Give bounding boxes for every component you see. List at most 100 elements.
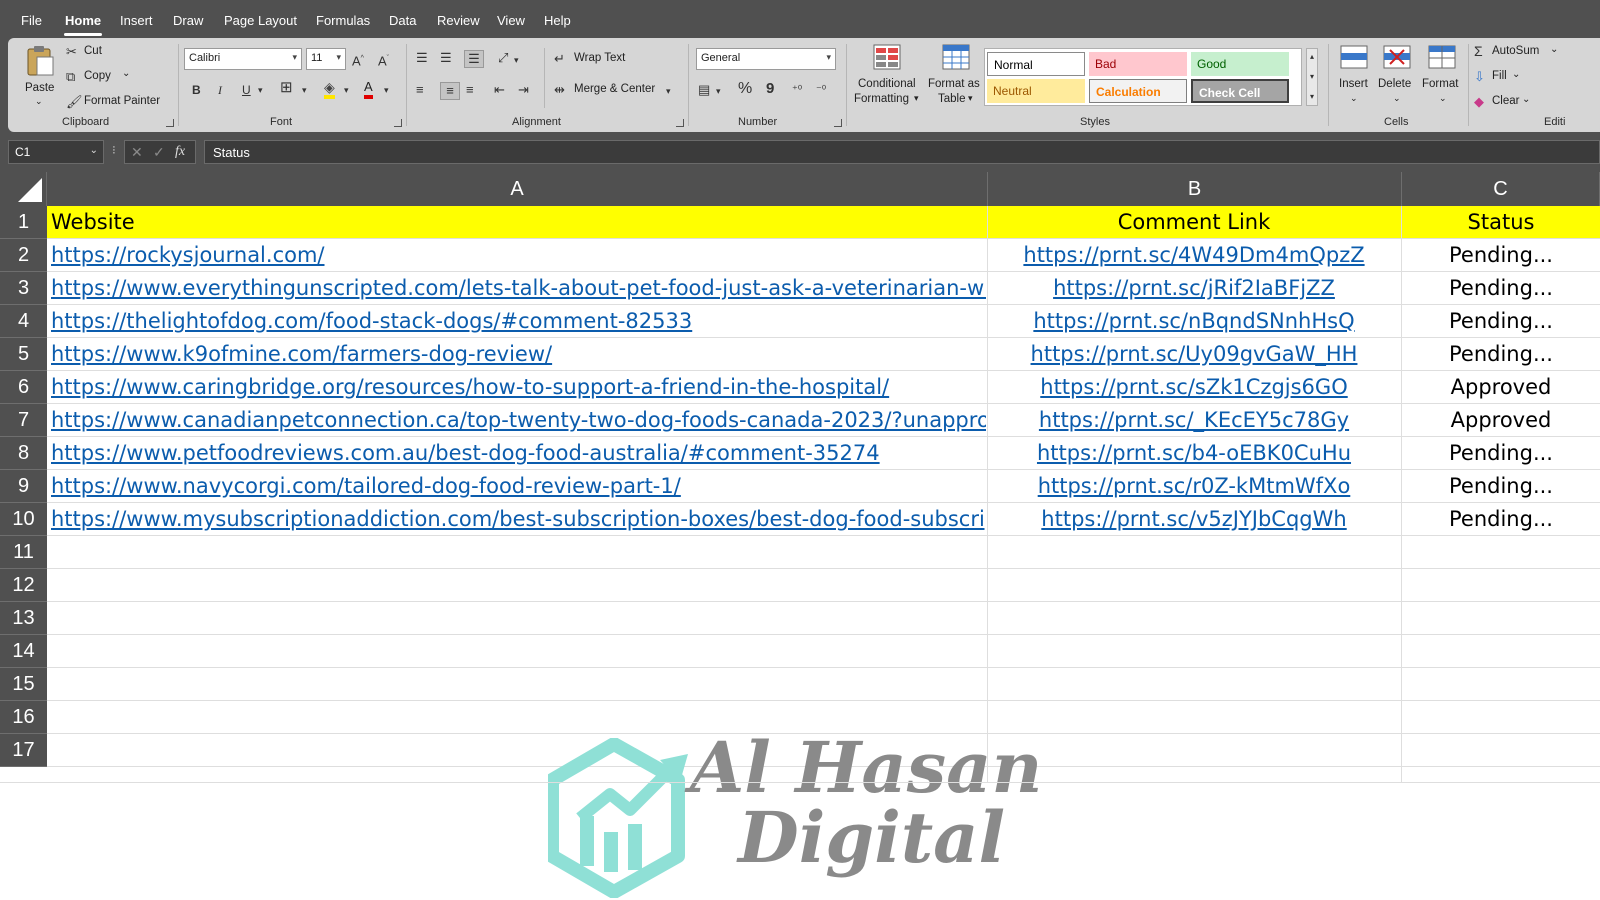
format-cells-button[interactable]: Format ⌄	[1420, 42, 1464, 112]
increase-decimal-icon[interactable]: ⁺⁰	[792, 82, 802, 98]
row-header-11[interactable]: 11	[0, 536, 47, 569]
row-header-15[interactable]: 15	[0, 668, 47, 701]
cell-c1[interactable]: Status	[1402, 206, 1600, 239]
tab-page-layout[interactable]: Page Layout	[224, 13, 297, 28]
column-header-a[interactable]: A	[47, 172, 988, 206]
tab-help[interactable]: Help	[544, 13, 571, 28]
align-center-icon[interactable]: ≡	[440, 82, 460, 100]
cell-c7[interactable]: Approved	[1402, 404, 1600, 437]
cell-b5[interactable]: https://prnt.sc/Uy09gvGaW_HH	[988, 338, 1400, 371]
style-good[interactable]: Good	[1191, 52, 1289, 76]
cell-b3[interactable]: https://prnt.sc/jRif2IaBFjZZ	[988, 272, 1400, 305]
cell-c3[interactable]: Pending...	[1402, 272, 1600, 305]
cell-c8[interactable]: Pending...	[1402, 437, 1600, 470]
chevron-down-icon[interactable]: ▾	[716, 83, 721, 99]
row-header-3[interactable]: 3	[0, 272, 47, 305]
row-header-10[interactable]: 10	[0, 503, 47, 536]
clipboard-launcher-icon[interactable]	[166, 119, 174, 127]
column-header-c[interactable]: C	[1402, 172, 1600, 206]
clear-button[interactable]: Clear	[1492, 95, 1519, 107]
chevron-down-icon[interactable]: ⌄	[1522, 94, 1530, 105]
row-header-5[interactable]: 5	[0, 338, 47, 371]
align-left-icon[interactable]: ≡	[416, 82, 424, 98]
style-bad[interactable]: Bad	[1089, 52, 1187, 76]
more-options-icon[interactable]: ⁝	[112, 143, 116, 157]
cell-a8[interactable]: https://www.petfoodreviews.com.au/best-d…	[51, 437, 986, 470]
percent-button[interactable]: %	[738, 81, 752, 97]
tab-view[interactable]: View	[497, 13, 525, 28]
conditional-formatting-button[interactable]: Conditional Formatting ▾	[850, 42, 924, 112]
delete-cells-button[interactable]: Delete ⌄	[1376, 42, 1418, 112]
styles-gallery-scroll[interactable]: ▴ ▾ ▾	[1306, 48, 1318, 106]
cell-a1[interactable]: Website	[51, 206, 986, 239]
row-header-8[interactable]: 8	[0, 437, 47, 470]
italic-button[interactable]: I	[218, 82, 222, 98]
alignment-launcher-icon[interactable]	[676, 119, 684, 127]
cell-a9[interactable]: https://www.navycorgi.com/tailored-dog-f…	[51, 470, 986, 503]
cell-b4[interactable]: https://prnt.sc/nBqndSNnhHsQ	[988, 305, 1400, 338]
cell-a5[interactable]: https://www.k9ofmine.com/farmers-dog-rev…	[51, 338, 986, 371]
cell-c6[interactable]: Approved	[1402, 371, 1600, 404]
row-header-13[interactable]: 13	[0, 602, 47, 635]
increase-indent-icon[interactable]: ⇥	[518, 82, 529, 98]
chevron-down-icon[interactable]: ▾	[344, 82, 349, 98]
row-header-7[interactable]: 7	[0, 404, 47, 437]
underline-button[interactable]: U	[242, 82, 251, 98]
bold-button[interactable]: B	[192, 82, 201, 98]
bottom-align-icon[interactable]: ☰	[464, 50, 484, 68]
cell-c5[interactable]: Pending...	[1402, 338, 1600, 371]
tab-insert[interactable]: Insert	[120, 13, 153, 28]
chevron-down-icon[interactable]: ▾	[302, 82, 307, 98]
cell-b2[interactable]: https://prnt.sc/4W49Dm4mQpzZ	[988, 239, 1400, 272]
cell-c4[interactable]: Pending...	[1402, 305, 1600, 338]
tab-review[interactable]: Review	[437, 13, 480, 28]
font-size-select[interactable]: 11 ▾	[306, 48, 346, 70]
chevron-up-icon[interactable]: ▴	[1307, 49, 1317, 65]
row-header-16[interactable]: 16	[0, 701, 47, 734]
chevron-down-icon[interactable]: ⌄	[1512, 69, 1520, 80]
comma-style-button[interactable]: 9	[766, 81, 774, 97]
chevron-down-icon[interactable]: ▾	[384, 82, 389, 98]
chevron-down-icon[interactable]: ▾	[258, 82, 263, 98]
row-header-14[interactable]: 14	[0, 635, 47, 668]
row-header-12[interactable]: 12	[0, 569, 47, 602]
cell-a10[interactable]: https://www.mysubscriptionaddiction.com/…	[51, 503, 986, 536]
select-all-button[interactable]	[0, 172, 47, 206]
row-header-17[interactable]: 17	[0, 734, 47, 767]
cell-a6[interactable]: https://www.caringbridge.org/resources/h…	[51, 371, 986, 404]
wrap-text-button[interactable]: Wrap Text	[574, 52, 625, 64]
cell-b8[interactable]: https://prnt.sc/b4-oEBK0CuHu	[988, 437, 1400, 470]
row-header-9[interactable]: 9	[0, 470, 47, 503]
enter-icon[interactable]: ✓	[153, 144, 165, 161]
more-styles-icon[interactable]: ▾	[1307, 89, 1317, 105]
cell-b6[interactable]: https://prnt.sc/sZk1Czgjs6GO	[988, 371, 1400, 404]
shrink-font-icon[interactable]: Aˇ	[378, 51, 389, 69]
cell-b1[interactable]: Comment Link	[988, 206, 1400, 239]
insert-cells-button[interactable]: Insert ⌄	[1334, 42, 1374, 112]
orientation-icon[interactable]: ⤢	[498, 50, 508, 66]
paste-button[interactable]: Paste ⌄	[22, 42, 58, 112]
row-header-1[interactable]: 1	[0, 206, 47, 239]
merge-center-button[interactable]: Merge & Center	[574, 83, 655, 95]
row-header-6[interactable]: 6	[0, 371, 47, 404]
font-launcher-icon[interactable]	[394, 119, 402, 127]
fill-color-icon[interactable]: ◈	[324, 79, 335, 99]
tab-file[interactable]: File	[21, 13, 42, 28]
tab-data[interactable]: Data	[389, 13, 416, 28]
cell-b9[interactable]: https://prnt.sc/r0Z-kMtmWfXo	[988, 470, 1400, 503]
cell-c10[interactable]: Pending...	[1402, 503, 1600, 536]
decrease-decimal-icon[interactable]: ⁻⁰	[816, 82, 826, 98]
align-right-icon[interactable]: ≡	[466, 82, 474, 98]
chevron-down-icon[interactable]: ▾	[666, 83, 671, 99]
column-header-b[interactable]: B	[988, 172, 1402, 206]
style-normal[interactable]: Normal	[987, 52, 1085, 76]
fill-button[interactable]: Fill	[1492, 70, 1507, 82]
number-launcher-icon[interactable]	[834, 119, 842, 127]
decrease-indent-icon[interactable]: ⇤	[494, 82, 505, 98]
cell-b10[interactable]: https://prnt.sc/v5zJYJbCqgWh	[988, 503, 1400, 536]
format-painter-button[interactable]: Format Painter	[84, 95, 160, 107]
cell-a3[interactable]: https://www.everythingunscripted.com/let…	[51, 272, 986, 305]
chevron-down-icon[interactable]: ▾	[514, 52, 519, 68]
font-name-select[interactable]: Calibri ▾	[184, 48, 302, 70]
top-align-icon[interactable]: ☰	[416, 50, 428, 66]
